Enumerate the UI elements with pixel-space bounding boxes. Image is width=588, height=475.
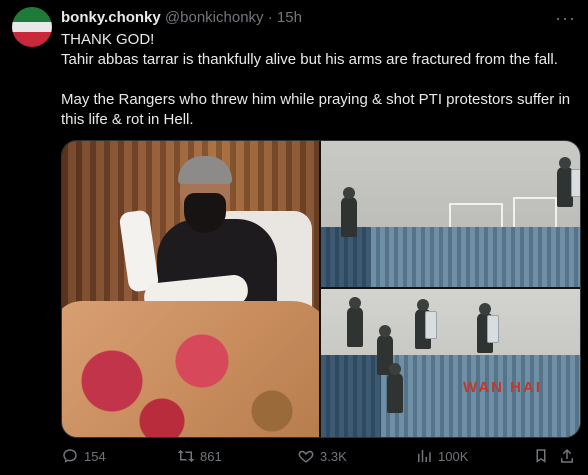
photo-patient-in-bed[interactable] bbox=[62, 141, 319, 437]
reply-count: 154 bbox=[84, 448, 106, 464]
separator-dot: · bbox=[267, 9, 273, 26]
post-time[interactable]: 15h bbox=[277, 9, 302, 26]
riot-shield bbox=[425, 311, 437, 339]
share-icon bbox=[561, 448, 573, 463]
post-actions: 154 861 3.3K 100K bbox=[61, 447, 576, 467]
author-name[interactable]: bonky.chonky bbox=[61, 9, 161, 26]
share-button[interactable] bbox=[558, 447, 576, 465]
photo-container-bottom[interactable]: WAN HAI bbox=[321, 289, 580, 437]
media-grid: WAN HAI bbox=[61, 140, 581, 438]
views-icon bbox=[418, 450, 431, 462]
author-handle[interactable]: @bonkichonky bbox=[165, 9, 264, 26]
shipping-container bbox=[321, 355, 381, 437]
soldier bbox=[341, 187, 357, 237]
views-count: 100K bbox=[438, 448, 469, 464]
railing bbox=[513, 197, 557, 229]
reply-button[interactable]: 154 bbox=[61, 447, 106, 465]
post-line: May the Rangers who threw him while pray… bbox=[61, 91, 571, 128]
post-line: THANK GOD! bbox=[61, 31, 155, 48]
riot-shield bbox=[571, 169, 580, 197]
floral-blanket bbox=[62, 301, 319, 437]
railing bbox=[449, 203, 503, 229]
shipping-container bbox=[371, 227, 580, 287]
post-line: Tahir abbas tarrar is thankfully alive b… bbox=[61, 51, 558, 68]
person-falling bbox=[387, 363, 403, 413]
bookmark-icon bbox=[536, 449, 546, 463]
repost-count: 861 bbox=[200, 448, 222, 464]
post-text: THANK GOD! Tahir abbas tarrar is thankfu… bbox=[61, 30, 576, 130]
bookmark-button[interactable] bbox=[532, 447, 550, 465]
shipping-container bbox=[381, 355, 580, 437]
like-count: 3.3K bbox=[320, 448, 347, 464]
like-icon bbox=[298, 450, 314, 463]
avatar[interactable] bbox=[12, 7, 52, 47]
repost-button[interactable]: 861 bbox=[177, 447, 222, 465]
soldier bbox=[347, 297, 363, 347]
container-text: WAN HAI bbox=[463, 379, 542, 396]
post-header: bonky.chonky @bonkichonky · 15h bbox=[61, 9, 302, 26]
more-icon[interactable]: ··· bbox=[555, 8, 576, 29]
like-button[interactable]: 3.3K bbox=[297, 447, 347, 465]
photo-container-top[interactable] bbox=[321, 141, 580, 287]
reply-icon bbox=[63, 449, 77, 463]
views-button[interactable]: 100K bbox=[415, 447, 468, 465]
beard bbox=[184, 193, 226, 233]
riot-shield bbox=[487, 315, 499, 343]
repost-icon bbox=[177, 449, 195, 463]
